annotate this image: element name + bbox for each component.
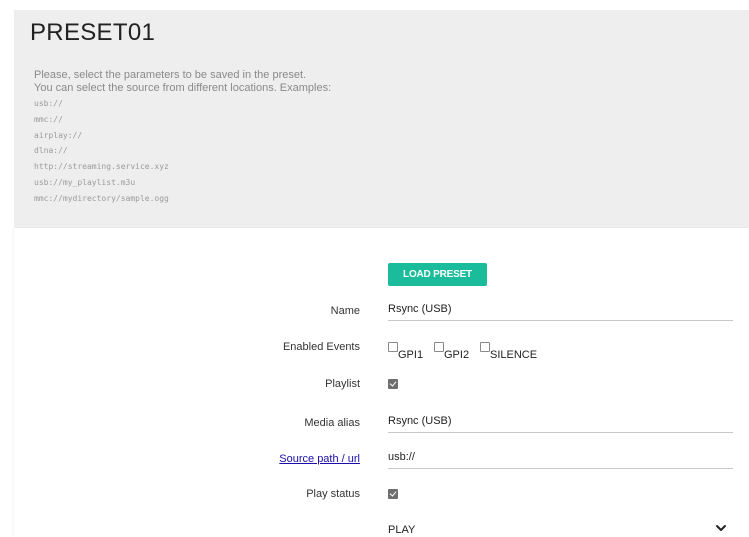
source-example: usb:// — [34, 99, 63, 108]
gpi1-checkbox[interactable] — [388, 342, 398, 352]
name-field[interactable] — [388, 298, 733, 321]
silence-checkbox[interactable] — [480, 342, 490, 352]
play-mode-select[interactable]: PLAY — [388, 520, 733, 537]
silence-label: SILENCE — [490, 349, 538, 361]
load-preset-button[interactable]: LOAD PRESET — [388, 263, 487, 286]
play-mode-value: PLAY — [388, 524, 416, 536]
page-title: PRESET01 — [30, 19, 156, 46]
play-status-label: Play status — [306, 488, 360, 500]
source-example: mmc:// — [34, 114, 63, 124]
source-example: usb://my_playlist.m3u — [34, 177, 136, 187]
playlist-label: Playlist — [325, 378, 360, 390]
source-example: airplay:// — [34, 130, 83, 140]
media-alias-label: Media alias — [304, 417, 360, 429]
name-label: Name — [330, 305, 360, 317]
source-examples-list: usb:// mmc:// airplay:// dlna:// http://… — [34, 96, 169, 207]
preset-form-panel — [14, 228, 749, 537]
source-path-field[interactable] — [388, 446, 733, 469]
gpi1-label: GPI1 — [398, 349, 424, 361]
media-alias-field[interactable] — [388, 410, 733, 433]
playlist-checkbox[interactable] — [388, 379, 398, 389]
chevron-down-icon — [716, 525, 726, 531]
enabled-events-label: Enabled Events — [282, 341, 360, 353]
source-example: dlna:// — [34, 146, 68, 156]
gpi2-checkbox[interactable] — [434, 342, 444, 352]
source-path-link[interactable]: Source path / url — [279, 453, 360, 465]
preset-page: PRESET01 Please, select the parameters t… — [0, 0, 749, 537]
source-example: http://streaming.service.xyz — [34, 162, 169, 172]
gpi2-label: GPI2 — [444, 349, 470, 361]
preset-header-panel: PRESET01 Please, select the parameters t… — [14, 10, 749, 228]
source-example: mmc://mydirectory/sample.ogg — [34, 193, 169, 203]
description-line-2: You can select the source from different… — [34, 82, 332, 94]
play-status-checkbox[interactable] — [388, 489, 398, 499]
description-line-1: Please, select the parameters to be save… — [34, 69, 307, 81]
